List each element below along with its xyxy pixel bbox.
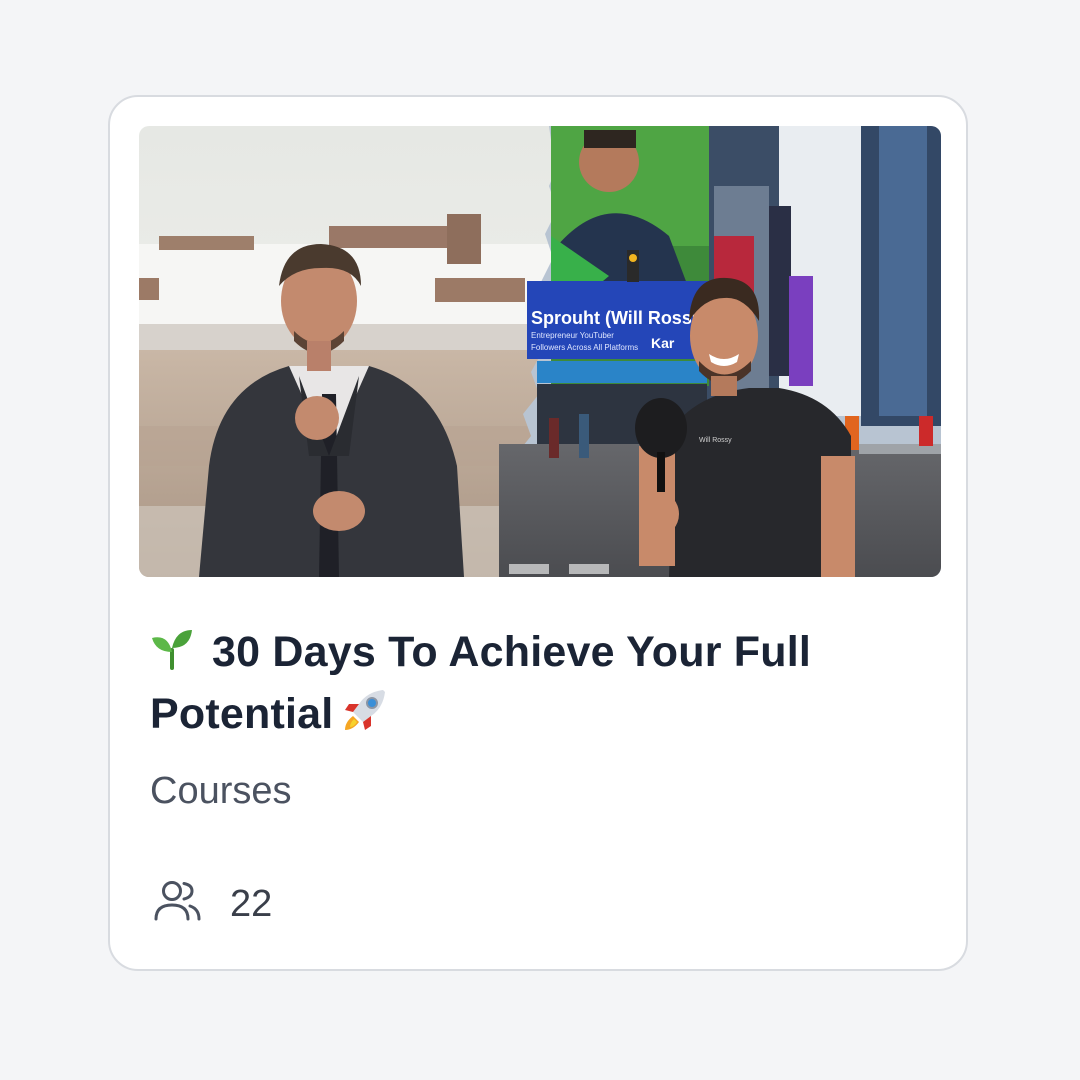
billboard-name: Sprouht (Will Rossy) — [531, 308, 708, 328]
users-icon — [154, 879, 202, 928]
course-title[interactable]: 30 Days To Achieve Your Full Potential — [150, 623, 910, 747]
seedling-icon — [150, 626, 194, 685]
course-title-text: 30 Days To Achieve Your Full Potential — [150, 628, 812, 738]
course-thumbnail[interactable]: Sprouht (Will Rossy) Entrepreneur YouTub… — [139, 126, 941, 577]
members-count: 22 — [230, 882, 273, 925]
billboard-subline2: Followers Across All Platforms — [531, 343, 638, 352]
billboard-brand: Kar — [651, 335, 675, 351]
members-info: 22 — [154, 879, 272, 928]
rocket-icon — [343, 686, 389, 747]
billboard-subline: Entrepreneur YouTuber — [531, 331, 614, 340]
course-category: Courses — [150, 770, 292, 812]
svg-text:Will Rossy: Will Rossy — [699, 437, 732, 444]
course-card[interactable]: Sprouht (Will Rossy) Entrepreneur YouTub… — [108, 95, 968, 971]
